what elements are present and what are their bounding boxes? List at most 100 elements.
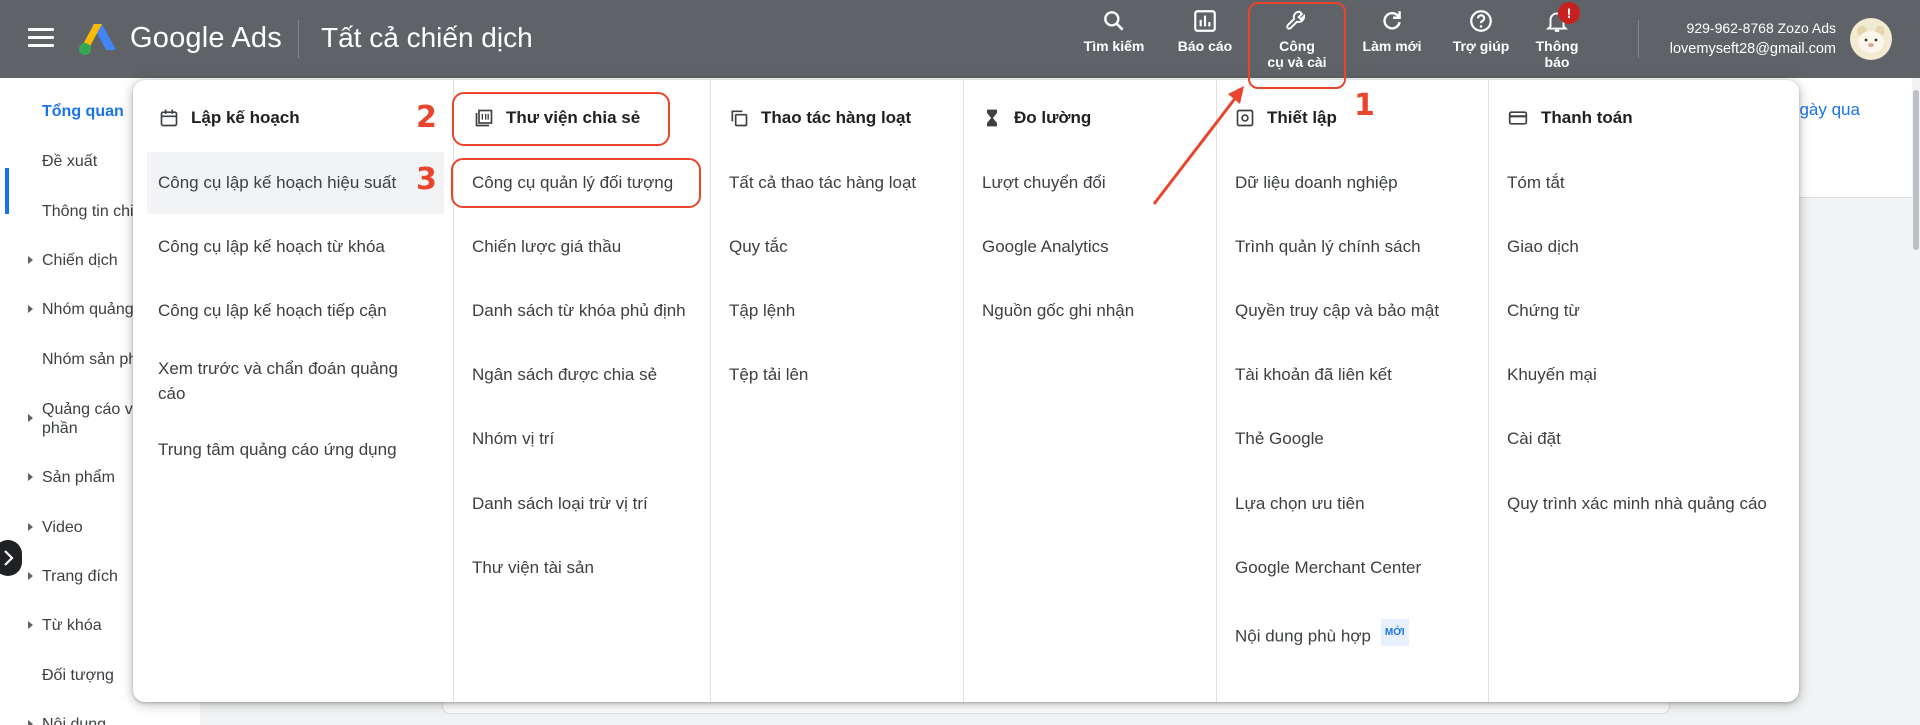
sidebar-item-campaigns[interactable]: Chiến dịch — [42, 252, 118, 270]
menu-item-linked-accounts[interactable]: Tài khoản đã liên kết — [1235, 362, 1392, 387]
calendar-icon — [160, 109, 178, 127]
menu-item-documents[interactable]: Chứng từ — [1507, 298, 1580, 323]
bear-avatar-icon — [1857, 26, 1885, 53]
expand-arrow-icon[interactable] — [28, 305, 33, 313]
help-icon — [1470, 10, 1492, 32]
menu-item-merchant-center[interactable]: Google Merchant Center — [1235, 555, 1421, 580]
account-email[interactable]: lovemyseft28@gmail.com — [1650, 41, 1836, 57]
sidebar-item-keywords[interactable]: Từ khóa — [42, 617, 102, 635]
sidebar-item-ads-assets[interactable]: Quảng cáo và phần — [42, 400, 142, 438]
expand-arrow-icon[interactable] — [28, 473, 33, 481]
sidebar-item-audiences[interactable]: Đối tượng — [42, 667, 114, 685]
account-name[interactable]: 929-962-8768 Zozo Ads — [1650, 20, 1836, 36]
menu-item-billing-settings[interactable]: Cài đặt — [1507, 426, 1561, 451]
annotation-highlight-tools — [1248, 2, 1346, 89]
notifications-button[interactable]: Thông báo — [1512, 8, 1602, 70]
column-heading: Lập kế hoạch — [159, 108, 300, 128]
scrollbar-thumb[interactable] — [1913, 90, 1919, 250]
column-heading-label: Lập kế hoạch — [191, 108, 300, 127]
copy-icon — [731, 110, 748, 127]
brand-name: Google Ads — [130, 22, 282, 54]
sidebar-item-recommendations[interactable]: Đề xuất — [42, 153, 97, 171]
hamburger-menu-icon[interactable] — [28, 28, 54, 48]
date-range-link[interactable]: ngày qua — [1790, 100, 1860, 120]
credit-card-icon — [1508, 111, 1528, 125]
menu-item-promotions[interactable]: Khuyến mại — [1507, 362, 1597, 387]
expand-arrow-icon[interactable] — [28, 720, 33, 725]
sidebar-collapse-button[interactable] — [0, 540, 22, 576]
refresh-button[interactable]: Làm mới — [1347, 8, 1437, 54]
expand-arrow-icon[interactable] — [28, 621, 33, 629]
menu-item-app-ads-hub[interactable]: Trung tâm quảng cáo ứng dụng — [158, 437, 397, 462]
notification-badge: ! — [1558, 2, 1580, 24]
menu-item-access-security[interactable]: Quyền truy cập và bảo mật — [1235, 298, 1439, 323]
annotation-highlight-audience-manager — [451, 158, 701, 208]
sidebar-item-overview[interactable]: Tổng quan — [42, 103, 124, 121]
menu-item-keyword-planner[interactable]: Công cụ lập kế hoạch từ khóa — [158, 234, 385, 259]
search-icon — [1104, 11, 1124, 31]
column-heading-label: Thao tác hàng loạt — [761, 108, 912, 127]
menu-item-uploads[interactable]: Tệp tải lên — [729, 362, 808, 387]
menu-item-ad-preview[interactable]: Xem trước và chẩn đoán quảng cáo — [158, 356, 428, 406]
column-heading: Đo lường — [982, 108, 1091, 128]
column-heading-label: Đo lường — [1014, 108, 1092, 127]
reports-label: Báo cáo — [1177, 38, 1233, 54]
reports-button[interactable]: Báo cáo — [1160, 8, 1250, 54]
expand-arrow-icon[interactable] — [28, 414, 33, 422]
annotation-arrow-icon — [1152, 86, 1244, 205]
avatar[interactable] — [1850, 18, 1892, 60]
column-heading-label: Thiết lập — [1267, 108, 1337, 127]
column-heading-label: Thanh toán — [1541, 108, 1633, 127]
menu-column-planning: Lập kế hoạch Công cụ lập kế hoạch hiệu s… — [133, 80, 453, 702]
annotation-number-3: 3 — [416, 162, 437, 197]
divider — [1638, 20, 1639, 58]
annotation-highlight-shared-library — [452, 92, 670, 146]
annotation-number-1: 1 — [1354, 88, 1375, 123]
column-heading: Thao tác hàng loạt — [729, 108, 911, 128]
divider — [298, 20, 299, 58]
tools-settings-menu: Lập kế hoạch Công cụ lập kế hoạch hiệu s… — [133, 80, 1799, 702]
menu-item-transactions[interactable]: Giao dịch — [1507, 234, 1579, 259]
expand-arrow-icon[interactable] — [28, 523, 33, 531]
menu-item-google-tag[interactable]: Thẻ Google — [1235, 426, 1324, 451]
menu-item-reach-planner[interactable]: Công cụ lập kế hoạch tiếp cận — [158, 298, 387, 323]
menu-item-performance-planner[interactable]: Công cụ lập kế hoạch hiệu suất — [158, 170, 396, 195]
page-title: Tất cả chiến dịch — [321, 22, 533, 53]
menu-item-conversions[interactable]: Lượt chuyển đổi — [982, 170, 1106, 195]
expand-arrow-icon[interactable] — [28, 256, 33, 264]
sidebar-item-insights[interactable]: Thông tin chi — [42, 203, 134, 221]
menu-item-summary[interactable]: Tóm tắt — [1507, 170, 1565, 195]
column-heading: Thanh toán — [1507, 108, 1633, 128]
reports-icon — [1194, 10, 1216, 32]
menu-item-shared-budgets[interactable]: Ngân sách được chia sẻ — [472, 362, 657, 387]
menu-item-scripts[interactable]: Tập lệnh — [729, 298, 795, 323]
menu-item-google-analytics[interactable]: Google Analytics — [982, 234, 1109, 259]
menu-item-content-suitability[interactable]: Nội dung phù hợp MỚI — [1235, 619, 1409, 649]
new-badge: MỚI — [1380, 619, 1409, 646]
sidebar-item-content[interactable]: Nội dung — [42, 716, 106, 725]
menu-item-negative-keyword-lists[interactable]: Danh sách từ khóa phủ định — [472, 298, 686, 323]
sidebar-item-product-groups[interactable]: Nhóm sản ph — [42, 351, 137, 369]
notifications-label: Thông báo — [1535, 38, 1579, 70]
menu-item-bid-strategies[interactable]: Chiến lược giá thầu — [472, 234, 621, 259]
sidebar-item-ad-groups[interactable]: Nhóm quảng — [42, 301, 134, 319]
chevron-right-icon — [4, 550, 14, 566]
menu-item-policy-manager[interactable]: Trình quản lý chính sách — [1235, 234, 1421, 259]
hourglass-icon — [987, 109, 997, 127]
google-ads-logo-icon — [79, 24, 116, 55]
search-button[interactable]: Tìm kiếm — [1069, 8, 1159, 54]
expand-arrow-icon[interactable] — [28, 572, 33, 580]
menu-item-placement-exclusion-lists[interactable]: Danh sách loại trừ vị trí — [472, 491, 648, 516]
menu-column-bulk-actions: Thao tác hàng loạt Tất cả thao tác hàng … — [710, 80, 963, 702]
menu-item-preferences[interactable]: Lựa chọn ưu tiên — [1235, 491, 1365, 516]
menu-item-placement-groups[interactable]: Nhóm vị trí — [472, 426, 554, 451]
sidebar-item-video[interactable]: Video — [42, 519, 83, 537]
sidebar-item-landing-pages[interactable]: Trang đích — [42, 568, 118, 586]
menu-item-asset-library[interactable]: Thư viện tài sản — [472, 555, 594, 580]
sidebar-item-products[interactable]: Sản phẩm — [42, 469, 115, 487]
menu-item-rules[interactable]: Quy tắc — [729, 234, 788, 259]
menu-item-advertiser-verification[interactable]: Quy trình xác minh nhà quảng cáo — [1507, 491, 1767, 516]
refresh-icon — [1383, 11, 1401, 30]
menu-item-attribution[interactable]: Nguồn gốc ghi nhận — [982, 298, 1134, 323]
menu-item-all-bulk-actions[interactable]: Tất cả thao tác hàng loạt — [729, 170, 916, 195]
